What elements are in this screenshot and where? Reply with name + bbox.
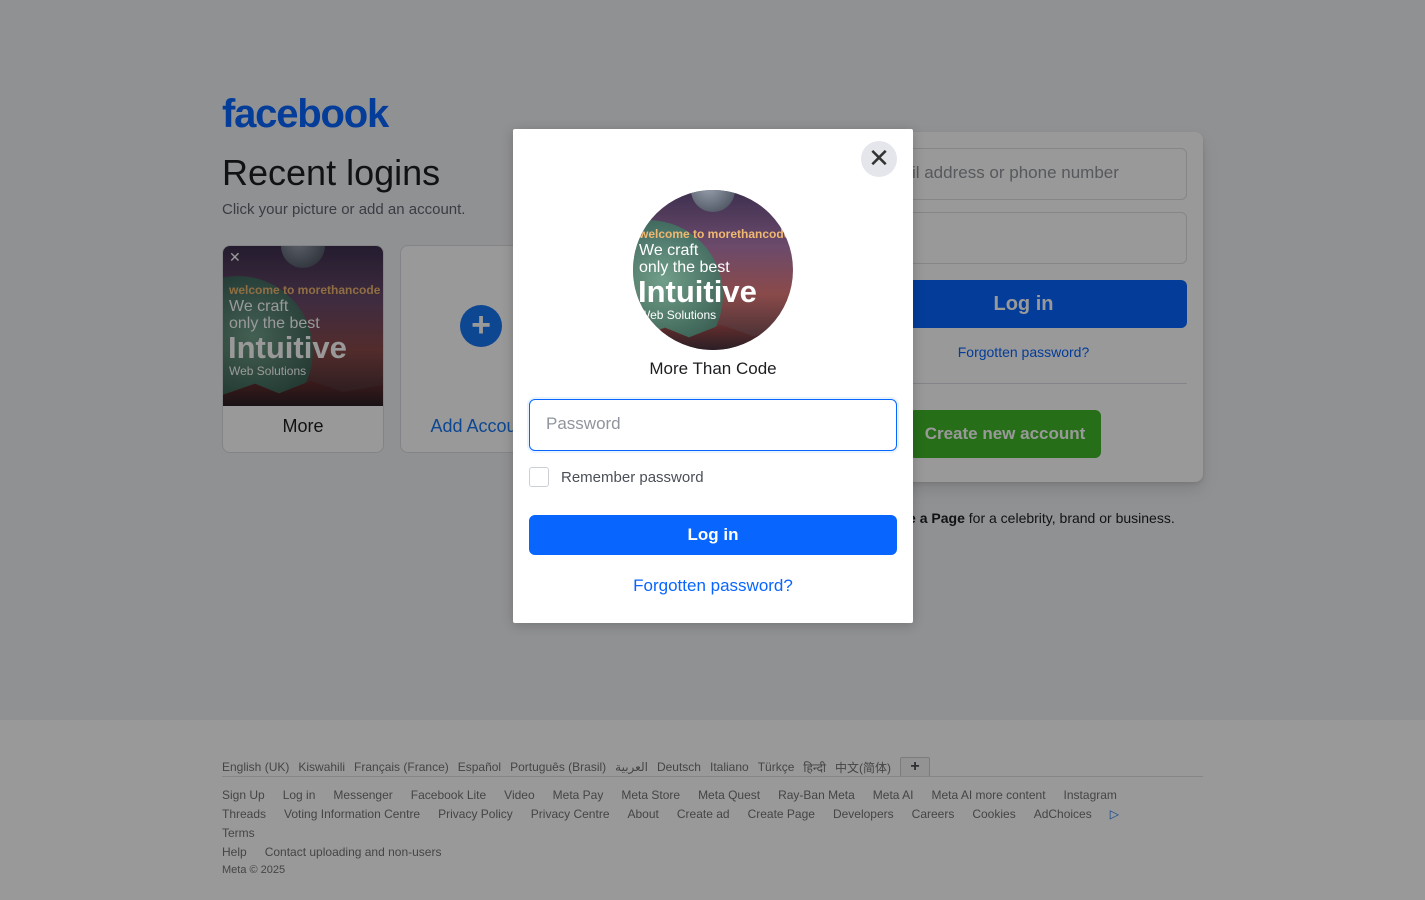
art-line-2a: We craft: [639, 242, 699, 259]
dialog-avatar: welcome to morethancode We craft only the…: [633, 190, 793, 350]
remember-password[interactable]: Remember password: [529, 467, 704, 487]
art-line-4: Intuitive: [638, 274, 757, 309]
dialog-account-name: More Than Code: [649, 359, 777, 378]
dialog-password-input[interactable]: Password: [529, 399, 897, 451]
close-icon[interactable]: ✕: [861, 141, 897, 177]
avatar-artwork: welcome to morethancode We craft only the…: [633, 190, 793, 350]
login-dialog: ✕ welcome to morethancode We craft only t…: [513, 129, 913, 623]
dialog-forgot-password-link[interactable]: Forgotten password?: [513, 576, 913, 596]
art-line-1: welcome to morethancode: [639, 227, 791, 241]
art-line-2: We craft only the best: [639, 242, 730, 276]
remember-label[interactable]: Remember password: [561, 469, 704, 486]
dialog-login-button[interactable]: Log in: [529, 515, 897, 555]
moon-graphic: [691, 190, 735, 212]
art-line-5: Web Solutions: [639, 308, 717, 322]
remember-checkbox[interactable]: [529, 467, 549, 487]
